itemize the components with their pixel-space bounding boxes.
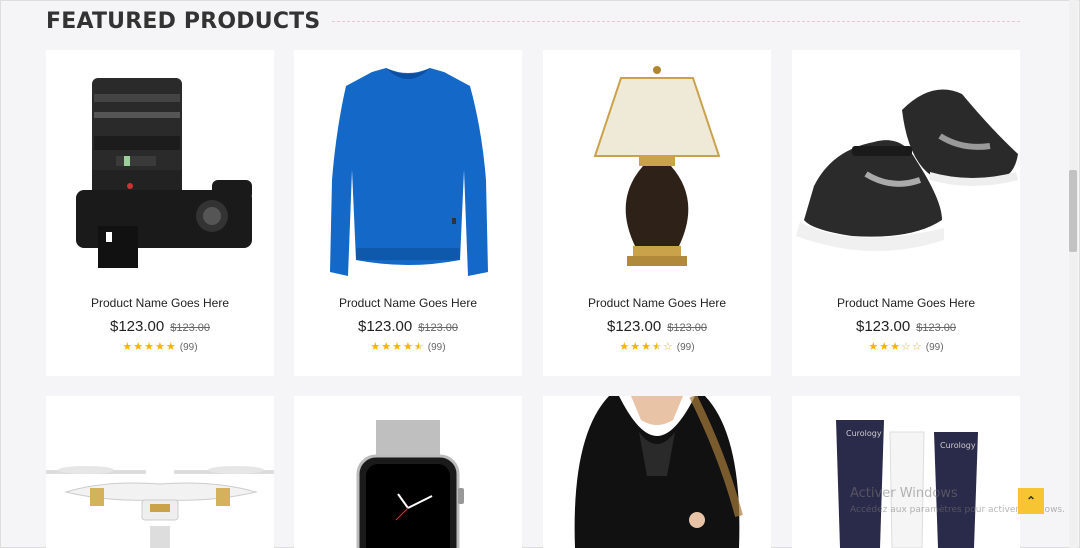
- product-card[interactable]: [46, 396, 274, 548]
- star-full-icon: ★: [879, 341, 890, 353]
- rating: ★ ★ ★ ★ ☆ (99): [619, 341, 695, 354]
- star-full-icon: ★: [619, 341, 630, 353]
- star-full-icon: ★: [155, 341, 165, 353]
- product-image-sweater[interactable]: [294, 50, 522, 280]
- rating: ★ ★ ★ ★ ★ (99): [122, 341, 198, 354]
- star-full-icon: ★: [630, 341, 641, 353]
- scrollbar-track[interactable]: [1069, 0, 1078, 548]
- old-price: $123.00: [418, 322, 458, 334]
- product-image-lamp[interactable]: [543, 50, 771, 280]
- old-price: $123.00: [916, 322, 956, 334]
- star-full-icon: ★: [890, 341, 901, 353]
- section-title: FEATURED PRODUCTS: [46, 8, 321, 34]
- review-count: (99): [925, 342, 944, 353]
- svg-text:Curology: Curology: [846, 429, 882, 438]
- product-image-cosmetics[interactable]: Curology Curology: [792, 396, 1020, 548]
- star-empty-icon: ☆: [662, 341, 673, 353]
- product-name[interactable]: Product Name Goes Here: [837, 296, 975, 310]
- review-count: (99): [179, 342, 198, 353]
- product-card[interactable]: Product Name Goes Here $123.00 $123.00 ★…: [294, 50, 522, 376]
- product-image-dress[interactable]: [543, 396, 771, 548]
- product-card[interactable]: [294, 396, 522, 548]
- star-full-icon: ★: [144, 341, 155, 353]
- review-count: (99): [427, 342, 446, 353]
- product-card[interactable]: Product Name Goes Here $123.00 $123.00 ★…: [792, 50, 1020, 376]
- star-empty-icon: ☆: [901, 341, 911, 353]
- product-name[interactable]: Product Name Goes Here: [91, 296, 229, 310]
- rating: ★ ★ ★ ★ ★ (99): [370, 341, 446, 354]
- section-header: FEATURED PRODUCTS: [46, 6, 1020, 36]
- star-full-icon: ★: [133, 341, 144, 353]
- product-image-smartwatch[interactable]: [294, 396, 522, 548]
- old-price: $123.00: [170, 322, 210, 334]
- star-full-icon: ★: [868, 341, 879, 353]
- star-half-icon: ★: [413, 341, 424, 353]
- star-full-icon: ★: [641, 341, 652, 353]
- review-count: (99): [676, 342, 695, 353]
- double-chevron-up-icon: ⌃: [1025, 494, 1037, 508]
- star-full-icon: ★: [403, 341, 413, 353]
- star-full-icon: ★: [370, 341, 381, 353]
- price-row: $123.00 $123.00: [856, 318, 956, 335]
- scrollbar-thumb[interactable]: [1069, 170, 1077, 252]
- star-half-icon: ★: [652, 341, 662, 353]
- product-card[interactable]: [543, 396, 771, 548]
- price: $123.00: [856, 318, 911, 335]
- title-divider: [332, 20, 1020, 22]
- old-price: $123.00: [667, 322, 707, 334]
- star-full-icon: ★: [392, 341, 403, 353]
- price-row: $123.00 $123.00: [358, 318, 458, 335]
- price-row: $123.00 $123.00: [110, 318, 210, 335]
- product-image-sneakers[interactable]: [792, 50, 1020, 280]
- product-image-camera[interactable]: [46, 50, 274, 280]
- star-full-icon: ★: [165, 341, 176, 353]
- product-card[interactable]: Product Name Goes Here $123.00 $123.00 ★…: [46, 50, 274, 376]
- product-image-drone[interactable]: [46, 396, 274, 548]
- product-name[interactable]: Product Name Goes Here: [339, 296, 477, 310]
- star-empty-icon: ☆: [911, 341, 922, 353]
- svg-text:Curology: Curology: [940, 441, 976, 450]
- price: $123.00: [358, 318, 413, 335]
- product-card[interactable]: Product Name Goes Here $123.00 $123.00 ★…: [543, 50, 771, 376]
- product-name[interactable]: Product Name Goes Here: [588, 296, 726, 310]
- price-row: $123.00 $123.00: [607, 318, 707, 335]
- product-card[interactable]: Curology Curology: [792, 396, 1020, 548]
- price: $123.00: [110, 318, 165, 335]
- rating: ★ ★ ★ ☆ ☆ (99): [868, 341, 944, 354]
- star-full-icon: ★: [122, 341, 133, 353]
- back-to-top-button[interactable]: ⌃: [1018, 488, 1044, 514]
- price: $123.00: [607, 318, 662, 335]
- star-full-icon: ★: [381, 341, 392, 353]
